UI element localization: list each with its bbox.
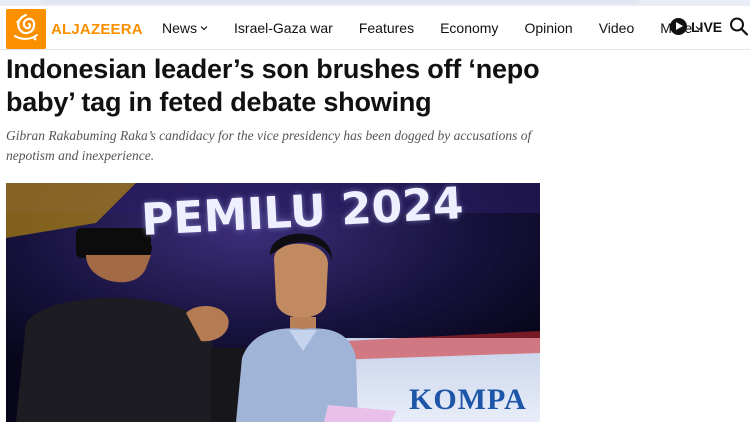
- search-icon[interactable]: [729, 16, 749, 38]
- nav-item-label: Features: [358, 20, 415, 36]
- aljazeera-logo-icon[interactable]: [6, 9, 46, 49]
- nav-item-features[interactable]: Features: [359, 20, 414, 36]
- site-header: ALJAZEERA News Israel-Gaza war Features …: [0, 6, 750, 50]
- nav-item-opinion[interactable]: Opinion: [524, 20, 572, 36]
- nav-item-news[interactable]: News: [162, 20, 208, 36]
- article-subhead: Gibran Rakabuming Raka’s candidacy for t…: [6, 128, 532, 163]
- play-icon: [670, 18, 687, 35]
- nav-item-video[interactable]: Video: [599, 20, 635, 36]
- photo-banner-text: KOMPA: [409, 383, 527, 416]
- main-nav: News Israel-Gaza war Features Economy Op…: [162, 20, 703, 36]
- logo-wordmark[interactable]: ALJAZEERA: [51, 21, 143, 38]
- nav-item-israel-gaza-war[interactable]: Israel-Gaza war: [234, 20, 333, 36]
- nav-item-label: Video: [598, 20, 635, 36]
- live-button[interactable]: LIVE: [670, 18, 722, 35]
- nav-item-label: Economy: [440, 20, 499, 36]
- browser-address-bar-edge: [40, 0, 640, 4]
- live-label: LIVE: [691, 18, 723, 35]
- nav-item-label: Opinion: [524, 20, 573, 36]
- article-hero-image[interactable]: PEMILU 2024 KOMPA: [6, 183, 540, 422]
- nav-item-label: News: [162, 20, 198, 36]
- chevron-down-icon: [200, 26, 208, 31]
- article-headline: Indonesian leader’s son brushes off ‘nep…: [6, 54, 540, 117]
- nav-item-economy[interactable]: Economy: [440, 20, 498, 36]
- nav-item-label: Israel-Gaza war: [234, 20, 333, 36]
